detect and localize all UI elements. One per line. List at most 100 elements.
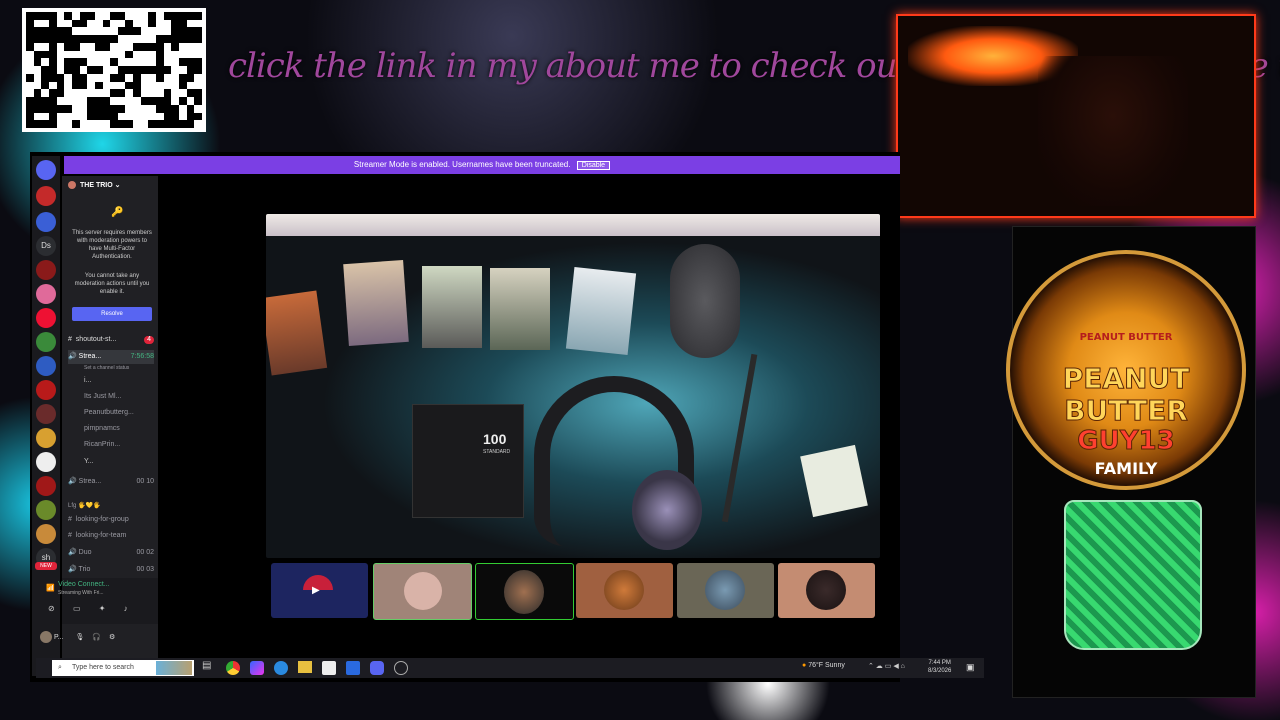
channel-status[interactable]: Set a channel status — [84, 361, 154, 375]
server-icon[interactable] — [36, 260, 56, 280]
voice-user[interactable]: Peanutbutterg... — [84, 406, 154, 420]
server-icon[interactable] — [36, 476, 56, 496]
channel-looking-for-team[interactable]: # looking-for-team — [68, 529, 154, 543]
activity-icon[interactable]: ✦ — [99, 604, 106, 613]
tile-avatar — [404, 572, 442, 610]
voice-status[interactable]: Video Connect... — [58, 581, 110, 588]
server-icon[interactable] — [36, 284, 56, 304]
tile-avatar — [705, 570, 745, 610]
voice-user[interactable]: Its Just Ml... — [84, 390, 154, 404]
voice-user[interactable]: RicanPrin... — [84, 438, 154, 452]
edge-icon[interactable] — [274, 661, 288, 675]
deck-box-sub: STANDARD — [483, 449, 511, 455]
logo-line-1: PEANUT — [1062, 362, 1190, 396]
logo-line-3: GUY13 — [1077, 426, 1175, 457]
microphone-icon[interactable]: 🎙 — [76, 634, 85, 641]
copilot-icon[interactable] — [250, 661, 264, 675]
logo-jar-label: PEANUT BUTTER — [1079, 332, 1173, 343]
server-icon[interactable] — [36, 186, 56, 206]
tray-icons[interactable]: ⌃ ☁ ▭ ◀ ⌂ — [868, 662, 905, 670]
server-icon[interactable] — [36, 356, 56, 376]
stream-tile[interactable] — [475, 563, 574, 620]
channel-sidebar: THE TRIO ⌄ 🔑 This server requires member… — [40, 176, 158, 676]
discord-home-icon[interactable] — [36, 160, 56, 180]
signal-icon: 📶 — [46, 585, 55, 592]
voice-count: 00 03 — [136, 566, 154, 573]
channel-trio[interactable]: 🔊 Trio 00 03 — [68, 563, 154, 577]
voice-user-label: Its Just Ml... — [84, 393, 122, 400]
weather[interactable]: ● 76°F Sunny — [802, 662, 845, 669]
server-name-text: THE TRIO — [80, 182, 113, 189]
discord-icon[interactable] — [370, 661, 384, 675]
disable-button[interactable]: Disable — [576, 161, 611, 170]
stream-tile[interactable] — [576, 563, 673, 618]
channel-stream-2[interactable]: 🔊 Strea... 00 10 — [68, 475, 154, 489]
soundboard-icon[interactable]: ♪ — [124, 604, 128, 613]
stream-tile[interactable] — [373, 563, 472, 620]
file-explorer-icon[interactable] — [298, 661, 312, 673]
server-icon[interactable] — [36, 380, 56, 400]
sun-icon: ● — [802, 662, 807, 669]
video-camera-icon: ▶ — [312, 585, 320, 596]
streamer-mode-banner: Streamer Mode is enabled. Usernames have… — [64, 156, 900, 174]
voice-user[interactable]: pimpnamcs — [84, 422, 154, 436]
chrome-icon[interactable] — [226, 661, 240, 675]
server-icon[interactable] — [36, 308, 56, 328]
server-name[interactable]: THE TRIO ⌄ — [68, 179, 154, 193]
voice-panel: 📶 Video Connect... Streaming With Fri...… — [46, 578, 158, 624]
server-icon[interactable] — [36, 332, 56, 352]
server-icon[interactable] — [36, 524, 56, 544]
voice-user-label: i... — [84, 377, 92, 384]
category-lfg[interactable]: Lfg 🖐️💛🖐️ — [68, 499, 154, 513]
clover-jar — [1064, 500, 1202, 650]
clock[interactable]: 7:44 PM 8/3/2026 — [928, 659, 951, 675]
server-icon[interactable] — [36, 428, 56, 448]
notification-icon[interactable]: ▣ — [966, 662, 975, 673]
server-icon[interactable] — [36, 452, 56, 472]
stream-tile[interactable] — [778, 563, 875, 618]
avatar[interactable] — [40, 631, 52, 643]
mfa-notice-2: You cannot take any moderation actions u… — [74, 273, 150, 295]
stream-video[interactable]: 100 STANDARD — [266, 214, 880, 558]
gear-icon[interactable]: ⚙ — [109, 634, 115, 641]
server-ds[interactable]: Ds — [36, 236, 56, 256]
stream-tile[interactable]: ▶ — [271, 563, 368, 618]
weather-text: 76°F Sunny — [808, 662, 845, 669]
screen-share-icon[interactable]: ▭ — [73, 604, 81, 613]
mail-icon[interactable] — [346, 661, 360, 675]
trading-card — [565, 266, 637, 356]
voice-user-label: Peanutbutterg... — [84, 409, 134, 416]
server-icon[interactable] — [36, 404, 56, 424]
voice-user[interactable]: i... — [84, 374, 154, 388]
tile-avatar — [604, 570, 644, 610]
trading-card — [422, 266, 482, 348]
voice-user[interactable]: Y... — [84, 455, 154, 469]
resolve-button[interactable]: Resolve — [72, 307, 152, 321]
channel-label: shoutout-st... — [75, 336, 117, 343]
task-view-icon[interactable]: ▤ — [202, 660, 211, 671]
unread-badge: 4 — [144, 336, 154, 344]
channel-label: looking-for-team — [75, 532, 127, 539]
store-icon[interactable] — [322, 661, 336, 675]
channel-shoutout[interactable]: # shoutout-st... 4 — [68, 333, 154, 347]
channel-label: Trio — [78, 566, 91, 573]
computer-mouse — [670, 244, 740, 358]
logo-line-2: BUTTER — [1064, 394, 1189, 428]
stream-tile[interactable] — [677, 563, 774, 618]
obs-icon[interactable] — [394, 661, 408, 675]
channel-looking-for-group[interactable]: # looking-for-group — [68, 513, 154, 527]
clock-date: 8/3/2026 — [928, 668, 952, 674]
channel-duo[interactable]: 🔊 Duo 00 02 — [68, 546, 154, 560]
mfa-notice: This server requires members with modera… — [72, 230, 152, 260]
key-icon: 🔑 — [111, 207, 124, 218]
tile-avatar — [504, 570, 544, 614]
camera-off-icon[interactable]: ⊘ — [48, 604, 55, 613]
headphones-icon[interactable]: 🎧 — [92, 634, 101, 641]
clock-time: 7:44 PM — [928, 660, 951, 666]
voice-count: 00 10 — [136, 478, 154, 485]
search-highlight-image — [156, 661, 192, 675]
server-icon[interactable] — [36, 500, 56, 520]
voice-sub: Streaming With Fri... — [58, 590, 104, 596]
voice-controls: ⊘ ▭ ✦ ♪ — [48, 604, 158, 613]
server-icon[interactable] — [36, 212, 56, 232]
